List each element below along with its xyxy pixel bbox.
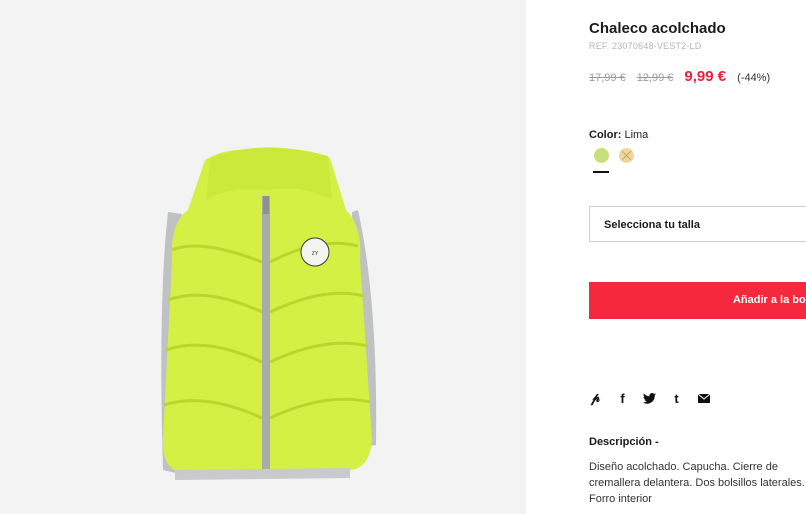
product-image[interactable]: ZY: [0, 0, 526, 514]
color-swatch-beige[interactable]: [619, 148, 634, 163]
tumblr-icon[interactable]: t: [670, 391, 683, 406]
svg-text:ZY: ZY: [312, 251, 319, 257]
add-to-bag-button[interactable]: Añadir a la bolsa: [589, 282, 806, 319]
facebook-icon[interactable]: f: [616, 391, 629, 406]
original-price-2: 12,99 €: [636, 72, 674, 84]
selected-color: Lima: [624, 129, 649, 141]
original-price-1: 17,99 €: [589, 72, 626, 84]
product-info: Chaleco acolchado REF. 23070648-VEST2-LD…: [589, 0, 806, 514]
share-icons: 𝓅 f t: [589, 390, 710, 406]
email-icon[interactable]: [697, 391, 710, 405]
size-select[interactable]: Selecciona tu talla: [589, 206, 806, 242]
color-swatch-lima[interactable]: [594, 148, 609, 163]
description-text: Diseño acolchado. Capucha. Cierre de cre…: [589, 461, 805, 505]
product-title: Chaleco acolchado: [589, 20, 726, 37]
selected-swatch-indicator: [593, 171, 609, 173]
discount-badge: (-44%): [737, 72, 771, 84]
unavailable-cross-icon: [621, 150, 632, 161]
twitter-icon[interactable]: [643, 391, 656, 405]
price-row: 17,99 € 12,99 € 9,99 € (-44%): [589, 68, 770, 85]
product-reference: REF. 23070648-VEST2-LD: [589, 41, 702, 51]
pinterest-icon[interactable]: 𝓅: [589, 390, 602, 405]
color-label: Color: Lima: [589, 129, 649, 141]
description-title: Descripción -: [589, 436, 659, 448]
current-price: 9,99 €: [684, 68, 727, 85]
vest-illustration: ZY: [161, 147, 377, 480]
